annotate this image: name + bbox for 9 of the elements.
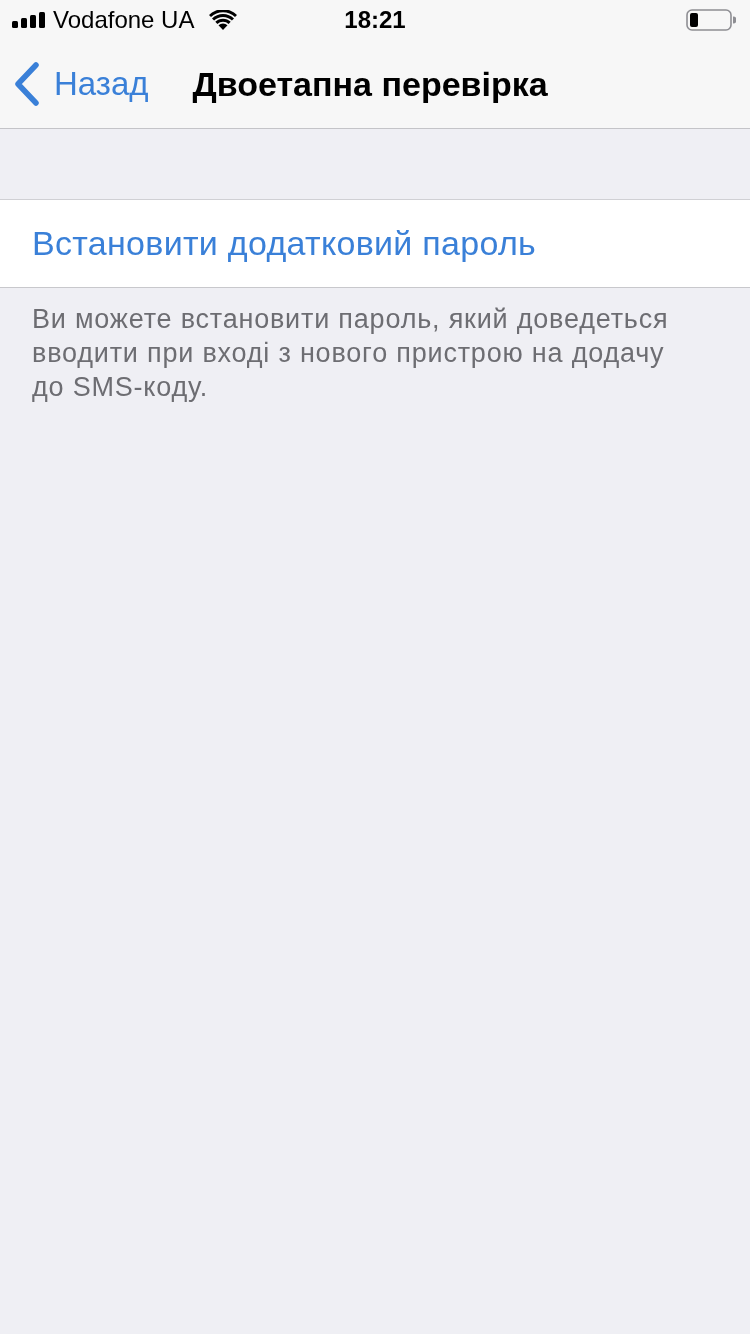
screen-title: Двоетапна перевірка bbox=[192, 64, 548, 104]
back-button[interactable]: Назад bbox=[14, 62, 149, 106]
carrier-name: Vodafone UA bbox=[53, 6, 195, 34]
clock-time: 18:21 bbox=[344, 6, 406, 34]
chevron-left-icon bbox=[14, 62, 40, 106]
signal-icon bbox=[12, 12, 46, 28]
battery-icon bbox=[686, 9, 736, 31]
wifi-icon bbox=[209, 10, 238, 30]
section-footer-text: Ви можете встановити пароль, який доведеться вводити при вході з нового пристрою на додачу до SMS-коду. bbox=[31, 303, 670, 404]
